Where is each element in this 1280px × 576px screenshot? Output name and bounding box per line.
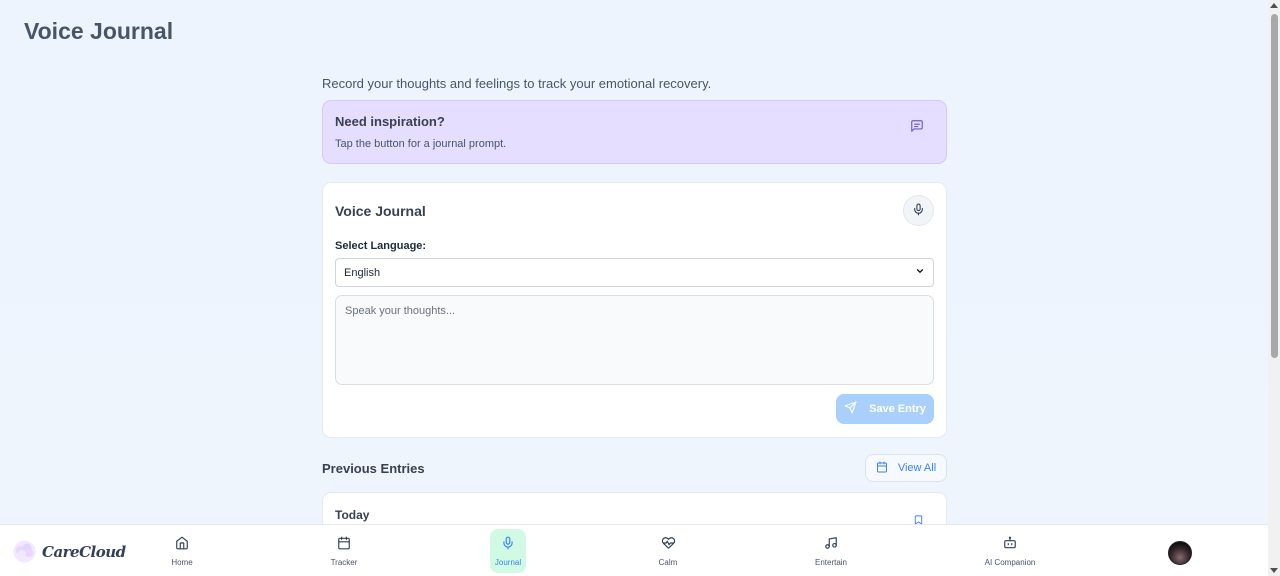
nav-item-home[interactable]: Home	[166, 529, 198, 573]
save-entry-button[interactable]: Save Entry	[836, 394, 934, 424]
scrollbar[interactable]	[1268, 0, 1280, 576]
brand[interactable]: CareCloud	[12, 539, 126, 564]
previous-entries-header: Previous Entries View All	[322, 454, 947, 482]
page-title: Voice Journal	[24, 18, 174, 44]
nav-label-calm: Calm	[658, 557, 678, 567]
main-content: Record your thoughts and feelings to tra…	[322, 76, 947, 438]
nav-item-entertain[interactable]: Entertain	[812, 529, 850, 573]
view-all-label: View All	[897, 462, 937, 474]
bottom-nav: CareCloud Home Tracker Journal Calm Ente…	[0, 524, 1268, 576]
brand-name: CareCloud	[42, 542, 126, 561]
calendar-icon	[876, 461, 888, 476]
nav-item-ai-companion[interactable]: AI Companion	[982, 529, 1038, 573]
send-icon	[844, 401, 857, 417]
avatar[interactable]	[1168, 541, 1192, 565]
home-icon	[175, 536, 189, 555]
language-selected: English	[344, 266, 381, 279]
page-subtitle: Record your thoughts and feelings to tra…	[322, 76, 712, 91]
save-entry-label: Save Entry	[869, 403, 926, 415]
previous-entries-title: Previous Entries	[322, 461, 425, 476]
language-label: Select Language:	[335, 240, 427, 252]
record-button[interactable]	[903, 195, 934, 226]
entry-date: Today	[335, 508, 370, 522]
scroll-up-arrow[interactable]	[1270, 3, 1278, 8]
nav-label-entertain: Entertain	[814, 557, 848, 567]
chevron-down-icon	[915, 266, 925, 279]
microphone-icon	[912, 203, 925, 219]
nav-label-tracker: Tracker	[330, 557, 358, 567]
nav-item-journal[interactable]: Journal	[490, 529, 526, 573]
scrollbar-thumb[interactable]	[1271, 14, 1278, 358]
inspiration-text: Tap the button for a journal prompt.	[335, 138, 507, 150]
nav-label-ai-companion: AI Companion	[984, 557, 1036, 567]
microphone-icon	[501, 536, 515, 555]
scroll-down-arrow[interactable]	[1270, 568, 1278, 573]
heart-pulse-icon	[661, 536, 676, 555]
view-all-button[interactable]: View All	[865, 454, 947, 482]
voice-journal-card: Voice Journal Select Language: English S…	[322, 182, 947, 438]
nav-item-calm[interactable]: Calm	[652, 529, 684, 573]
nav-label-journal: Journal	[494, 557, 522, 567]
language-select[interactable]: English	[335, 258, 934, 287]
bot-icon	[1003, 536, 1017, 555]
calendar-icon	[337, 536, 351, 555]
inspiration-title: Need inspiration?	[335, 114, 445, 129]
cloud-logo-icon	[12, 539, 37, 564]
nav-label-home: Home	[171, 557, 193, 567]
message-square-icon[interactable]	[910, 119, 924, 133]
voice-journal-title: Voice Journal	[335, 203, 426, 219]
nav-item-tracker[interactable]: Tracker	[328, 529, 360, 573]
music-icon	[824, 536, 838, 555]
journal-textarea[interactable]	[335, 295, 934, 385]
inspiration-card: Need inspiration? Tap the button for a j…	[322, 100, 947, 164]
